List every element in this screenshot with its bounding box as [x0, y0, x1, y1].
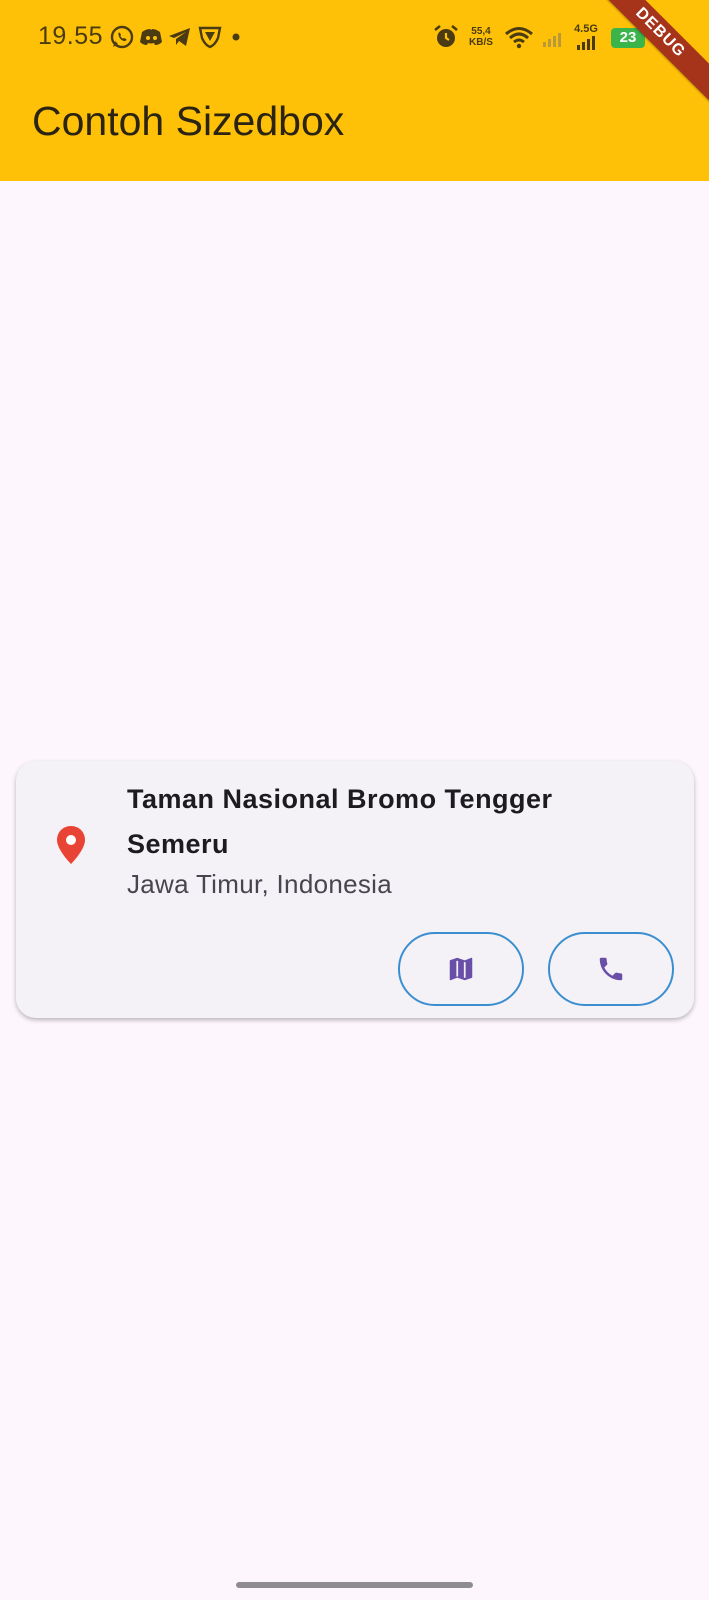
- card-subtitle: Jawa Timur, Indonesia: [127, 869, 392, 899]
- net-speed: 55,4 KB/S: [466, 26, 496, 48]
- status-bar: 19.55 55,4 KB/S 4.5G 23: [0, 0, 709, 78]
- vpn-shield-icon: [198, 26, 222, 49]
- discord-icon: [140, 29, 162, 45]
- map-button[interactable]: [398, 932, 524, 1006]
- call-button[interactable]: [548, 932, 674, 1006]
- signal-icon: [577, 36, 595, 50]
- net-speed-value: 55,4: [471, 26, 491, 37]
- location-pin-icon: [57, 826, 85, 864]
- status-time: 19.55: [38, 22, 104, 50]
- map-icon: [449, 957, 473, 981]
- phone-icon: [599, 957, 623, 981]
- telegram-icon: [169, 28, 190, 46]
- home-indicator[interactable]: [236, 1582, 473, 1588]
- net-speed-unit: KB/S: [469, 37, 493, 48]
- location-card: Taman Nasional Bromo Tengger Semeru Jawa…: [16, 761, 694, 1018]
- notification-dot-icon: [232, 33, 240, 41]
- wifi-icon: [505, 27, 533, 49]
- app-bar: 19.55 55,4 KB/S 4.5G 23 DEBUG Contoh Siz…: [0, 0, 709, 181]
- alarm-icon: [434, 24, 458, 47]
- card-title: Taman Nasional Bromo Tengger Semeru: [127, 784, 553, 859]
- whatsapp-icon: [110, 25, 134, 49]
- page-title: Contoh Sizedbox: [32, 98, 345, 144]
- signal-weak-icon: [543, 33, 561, 47]
